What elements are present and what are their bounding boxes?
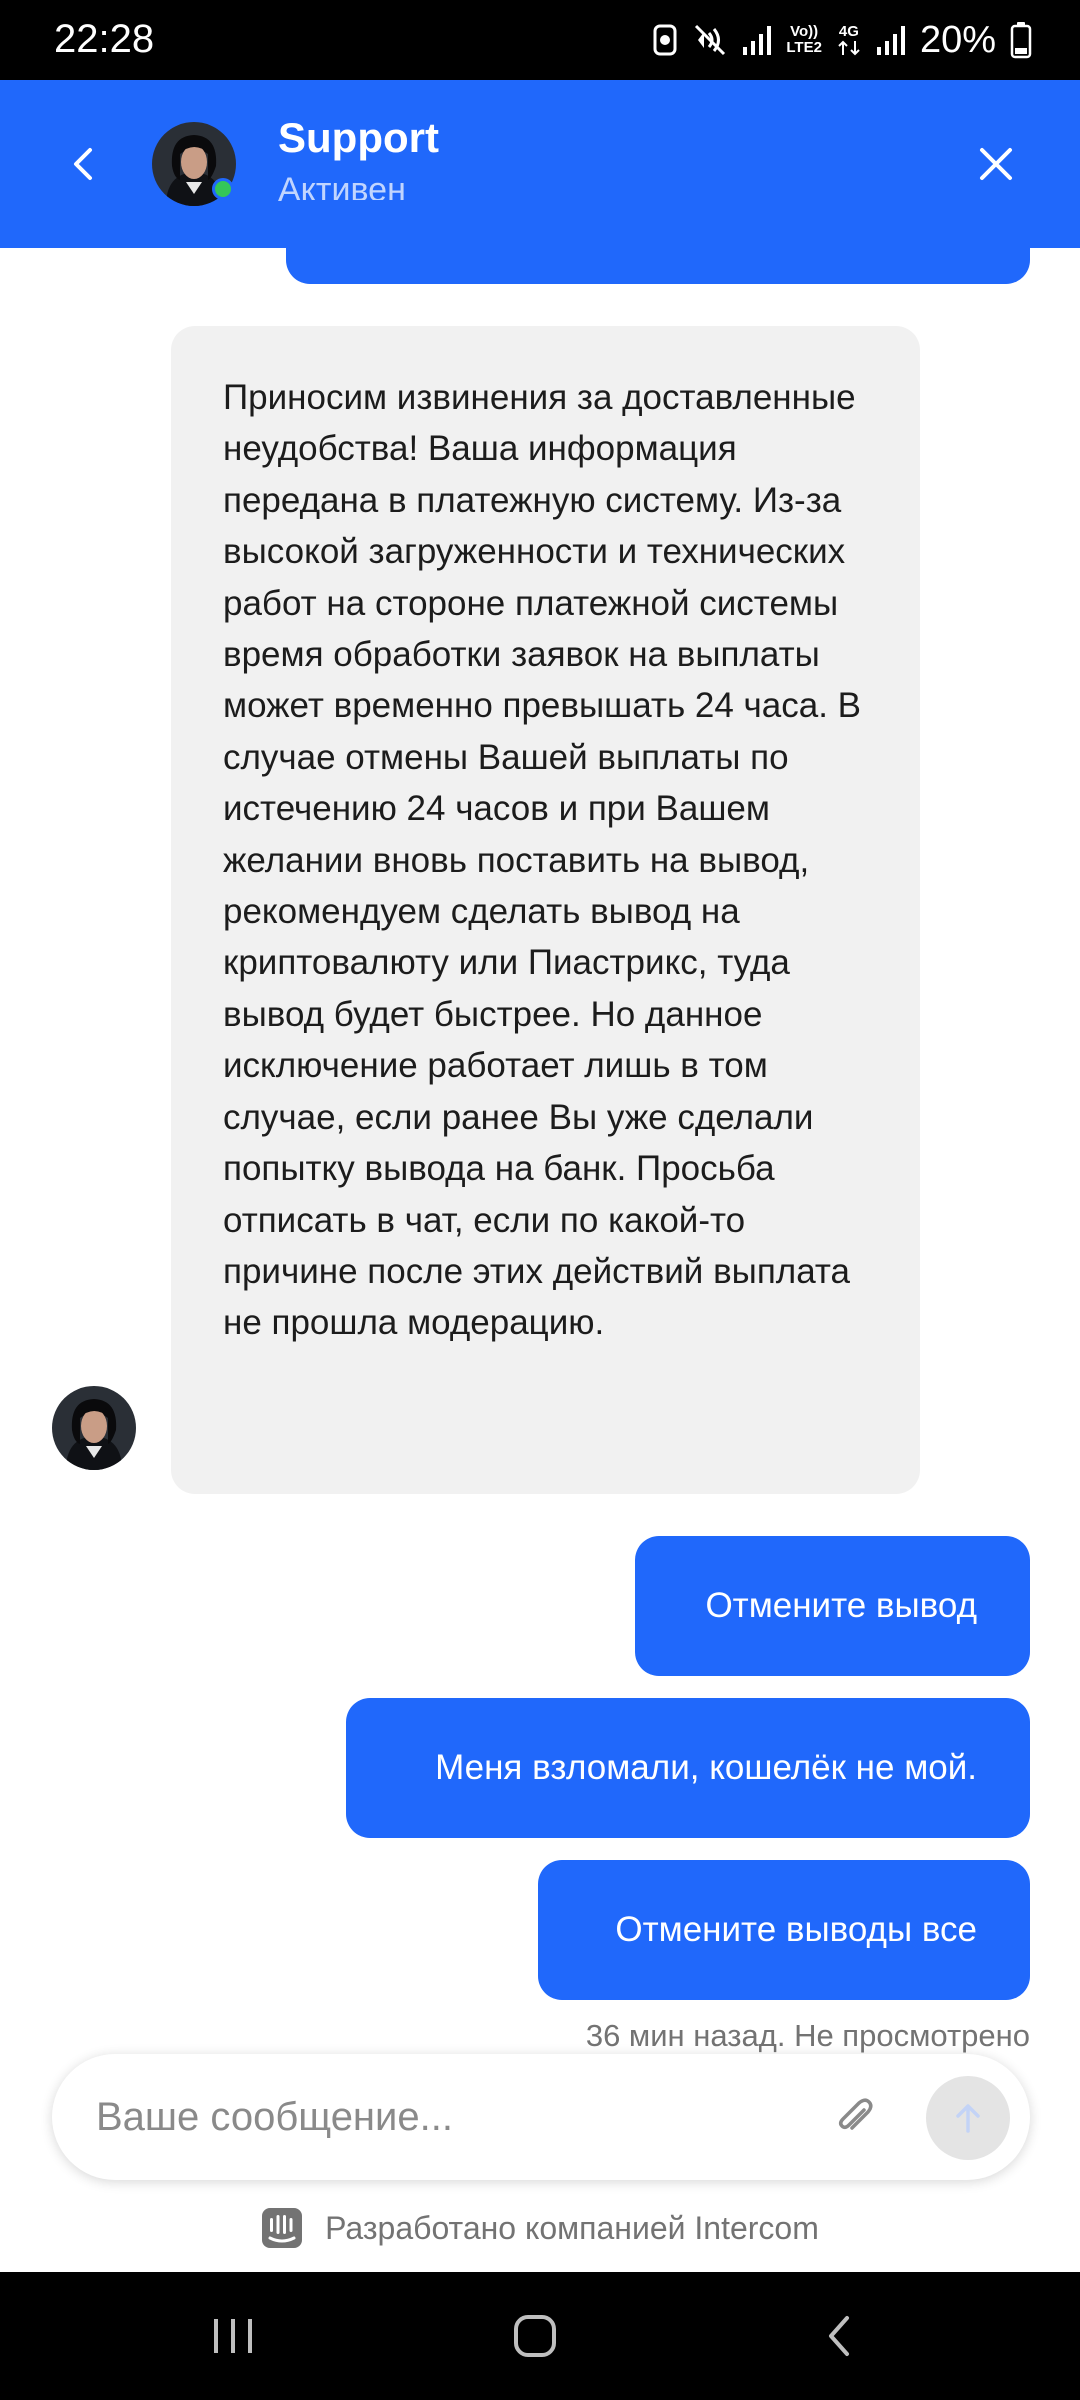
volte-icon: Vo)) LTE2	[786, 23, 822, 56]
message-composer	[52, 2054, 1030, 2180]
intercom-logo-icon	[262, 2208, 303, 2248]
status-bar: 22:28 Vo)) LTE2 4G 20%	[0, 0, 1080, 80]
user-message-bubble: Отмените выводы все	[538, 1860, 1030, 2000]
chat-title: Support	[278, 114, 439, 161]
recent-apps-button[interactable]	[188, 2300, 278, 2372]
back-button[interactable]	[52, 132, 116, 196]
recent-apps-icon	[214, 2319, 252, 2353]
branding-text: Разработано компанией Intercom	[325, 2209, 819, 2246]
message-input[interactable]	[94, 2084, 814, 2150]
signal-icon	[743, 26, 772, 55]
vibrate-mute-icon	[695, 24, 726, 56]
close-button[interactable]	[964, 132, 1028, 196]
data-saver-icon	[653, 24, 677, 56]
intercom-branding[interactable]: Разработано компанией Intercom	[0, 2202, 1080, 2254]
arrow-up-icon	[956, 2104, 980, 2133]
system-navigation-bar	[0, 2272, 1080, 2400]
status-time: 22:28	[54, 17, 155, 61]
send-button[interactable]	[926, 2076, 1010, 2160]
chevron-left-icon	[74, 148, 92, 180]
message-status: 36 мин назад. Не просмотрено	[585, 2018, 1030, 2053]
user-message-bubble: Отмените вывод	[635, 1536, 1030, 1676]
paperclip-icon	[838, 2098, 873, 2130]
user-message-bubble-partial	[286, 200, 1030, 284]
battery-icon	[1010, 22, 1032, 59]
attach-button[interactable]	[822, 2086, 886, 2150]
user-message-text: Отмените вывод	[705, 1586, 977, 1625]
4g-icon: 4G	[836, 24, 862, 56]
status-icons: Vo)) LTE2 4G 20%	[652, 18, 1032, 62]
user-message-text: Отмените выводы все	[615, 1910, 977, 1949]
agent-avatar	[52, 1386, 136, 1470]
agent-message-bubble: Приносим извинения за доставленные неудо…	[171, 326, 920, 1494]
battery-percent: 20%	[919, 19, 996, 61]
online-status-indicator	[212, 178, 234, 200]
user-message-text: Меня взломали, кошелёк не мой.	[435, 1748, 977, 1787]
agent-message-text: Приносим извинения за доставленные неудо…	[223, 378, 862, 1343]
nav-back-button[interactable]	[794, 2300, 884, 2372]
user-message-bubble: Меня взломали, кошелёк не мой.	[346, 1698, 1030, 1838]
nav-back-icon	[829, 2316, 849, 2356]
close-icon	[980, 148, 1012, 180]
home-icon	[514, 2315, 556, 2357]
signal-icon	[876, 26, 905, 55]
home-button[interactable]	[490, 2300, 580, 2372]
